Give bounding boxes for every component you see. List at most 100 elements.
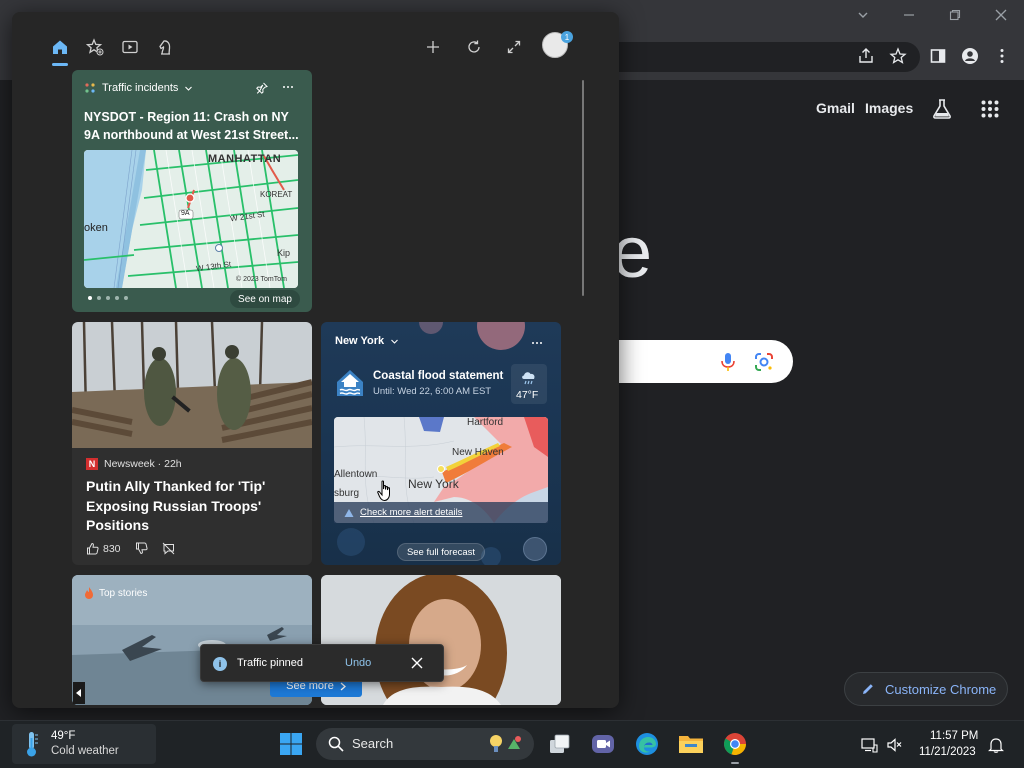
alert-details-label: Check more alert details: [360, 507, 463, 518]
widgets-panel: 1 Traffic incidents NYSDOT - Region 11: …: [12, 12, 619, 708]
hand-cursor-icon: [377, 480, 390, 502]
star-add-icon: [86, 38, 104, 56]
minimize-icon[interactable]: [886, 2, 932, 28]
traffic-incident-title[interactable]: NYSDOT - Region 11: Crash on NY 9A north…: [84, 108, 304, 144]
weather-location[interactable]: New York: [335, 335, 399, 347]
apps-grid-icon[interactable]: [977, 96, 1003, 122]
news-reactions: 830: [86, 542, 175, 555]
thumbs-up-icon: [87, 542, 99, 555]
profile-icon[interactable]: [958, 44, 982, 68]
traffic-pinned-toast: i Traffic pinned Undo: [200, 644, 444, 682]
hide-story-button[interactable]: [162, 542, 175, 555]
games-tab[interactable]: [152, 34, 178, 60]
traffic-icon: [85, 83, 95, 93]
map-label-allentown: Allentown: [334, 469, 378, 480]
scroll-left-button[interactable]: [73, 682, 85, 704]
edge-browser-icon[interactable]: [634, 731, 660, 757]
notification-bell-icon[interactable]: [987, 736, 1005, 754]
restore-icon[interactable]: [932, 2, 978, 28]
chess-knight-icon: [159, 40, 171, 55]
map-label-burg: sburg: [334, 488, 360, 499]
taskbar-search-label: Search: [352, 736, 394, 751]
toast-close-icon[interactable]: [407, 653, 427, 673]
favorites-tab[interactable]: [82, 34, 108, 60]
news-source-label: Newsweek · 22h: [104, 458, 182, 470]
map-label-new-york: New York: [408, 477, 459, 491]
news-source: N Newsweek · 22h: [86, 458, 182, 470]
pin-icon[interactable]: [256, 82, 268, 94]
no-comment-icon: [162, 542, 174, 555]
map-label-route: 9A: [181, 210, 190, 217]
chevron-down-icon: [391, 339, 399, 344]
check-alert-details-link[interactable]: Check more alert details: [334, 502, 548, 523]
weather-card[interactable]: New York Coastal flood statement Until: …: [321, 322, 561, 565]
active-tab-indicator: [52, 63, 68, 66]
taskbar-weather-description: Cold weather: [51, 745, 119, 757]
gmail-link[interactable]: Gmail: [816, 100, 855, 116]
chrome-running-indicator: [731, 762, 739, 764]
traffic-header-label: Traffic incidents: [102, 82, 179, 94]
device-connection-icon[interactable]: [860, 736, 878, 754]
chevron-down-icon[interactable]: [184, 84, 193, 93]
thermometer-icon: [27, 732, 38, 757]
alert-title[interactable]: Coastal flood statement: [373, 370, 503, 382]
voice-search-icon[interactable]: [718, 351, 738, 373]
customize-chrome-label: Customize Chrome: [885, 681, 997, 697]
refresh-icon[interactable]: [461, 34, 487, 60]
taskbar-time[interactable]: 11:57 PM: [930, 730, 978, 742]
moon-icon: [523, 537, 547, 561]
see-on-map-button[interactable]: See on map: [230, 290, 300, 308]
bookmark-star-icon[interactable]: [886, 44, 910, 68]
more-options-icon[interactable]: [531, 340, 543, 346]
lens-search-icon[interactable]: [753, 351, 775, 373]
undo-button[interactable]: Undo: [345, 657, 371, 669]
more-options-icon[interactable]: [282, 84, 294, 90]
side-panel-icon[interactable]: [926, 44, 950, 68]
caret-left-icon: [76, 689, 81, 697]
carousel-dots[interactable]: [88, 296, 128, 300]
dislike-button[interactable]: [135, 542, 148, 555]
video-tab[interactable]: [117, 34, 143, 60]
traffic-map[interactable]: MANHATTAN KOREAT oken 9A W 21st St W 13t…: [84, 150, 298, 288]
traffic-card[interactable]: Traffic incidents NYSDOT - Region 11: Cr…: [72, 70, 312, 312]
taskbar-date[interactable]: 11/21/2023: [919, 746, 976, 758]
like-button[interactable]: 830: [86, 542, 121, 555]
map-label-hartford: Hartford: [467, 417, 504, 428]
volume-muted-icon[interactable]: [886, 736, 904, 754]
news-headline[interactable]: Putin Ally Thanked for 'Tip' Exposing Ru…: [86, 477, 301, 536]
chevron-right-icon: [340, 682, 346, 690]
add-widget-icon[interactable]: [420, 34, 446, 60]
notification-badge: 1: [561, 31, 573, 43]
file-explorer-icon[interactable]: [678, 731, 704, 757]
close-window-icon[interactable]: [978, 2, 1024, 28]
panel-scrollbar[interactable]: [582, 80, 584, 296]
play-icon: [122, 40, 138, 54]
share-icon[interactable]: [854, 44, 878, 68]
alert-until: Until: Wed 22, 6:00 AM EST: [373, 386, 492, 397]
cloud-rain-icon: [522, 372, 535, 385]
chrome-menu-icon[interactable]: [990, 44, 1014, 68]
map-copyright: © 2023 TomTom: [236, 276, 287, 283]
thumbs-down-icon: [135, 542, 148, 555]
expand-icon[interactable]: [501, 34, 527, 60]
labs-flask-icon[interactable]: [929, 96, 955, 122]
alert-small-icon: [344, 508, 354, 517]
fire-icon: [85, 587, 93, 599]
home-icon: [53, 40, 67, 54]
chrome-app-icon[interactable]: [722, 731, 748, 757]
tab-search-icon[interactable]: [840, 2, 886, 28]
news-card[interactable]: N Newsweek · 22h Putin Ally Thanked for …: [72, 322, 312, 565]
news-photo: [72, 322, 312, 448]
like-count: 830: [103, 542, 121, 555]
task-view-icon[interactable]: [547, 731, 573, 757]
customize-chrome-button[interactable]: Customize Chrome: [844, 672, 1008, 706]
weather-city-label: New York: [335, 335, 385, 347]
see-full-forecast-button[interactable]: See full forecast: [397, 543, 485, 561]
home-tab[interactable]: [47, 34, 73, 60]
map-label-manhattan: MANHATTAN: [208, 153, 282, 165]
current-temperature: 47°F: [516, 389, 539, 401]
toast-message: Traffic pinned: [237, 657, 304, 669]
windows-start-icon[interactable]: [279, 732, 303, 756]
teams-meet-icon[interactable]: [590, 731, 616, 757]
images-link[interactable]: Images: [865, 100, 913, 116]
